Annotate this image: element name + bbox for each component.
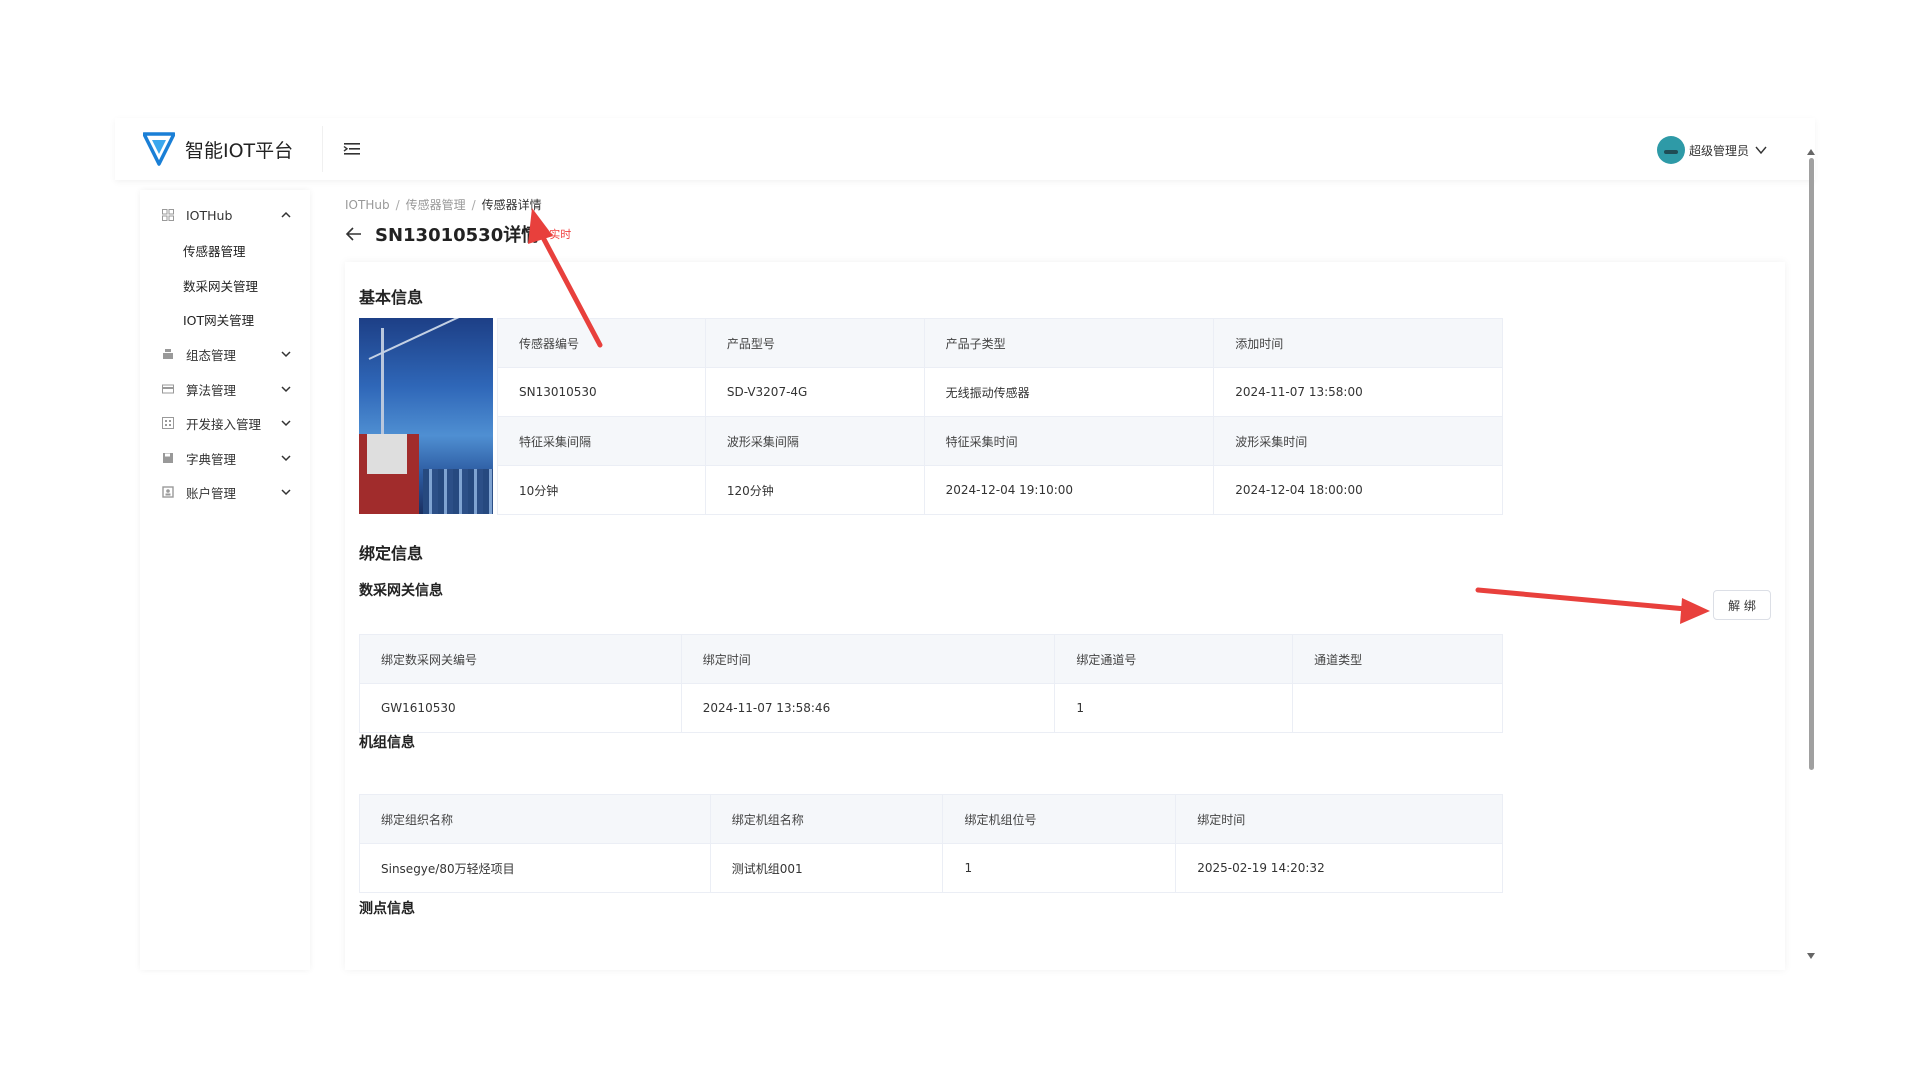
- title-row: SN13010530详情 实时: [345, 220, 571, 248]
- header-cell: 波形采集间隔: [704, 416, 925, 466]
- value-cell: 测试机组001: [709, 843, 944, 893]
- sidebar-item-label: IOTHub: [186, 207, 233, 223]
- layers-icon: [163, 349, 173, 359]
- table-row: GW1610530 2024-11-07 13:58:46 1: [359, 683, 1503, 733]
- value-cell: 2025-02-19 14:20:32: [1175, 843, 1503, 893]
- sidebar-item-label: 算法管理: [186, 382, 237, 398]
- scroll-up-arrow-icon[interactable]: [1806, 148, 1816, 156]
- value-cell: 120分钟: [704, 465, 925, 515]
- avatar: [1656, 136, 1685, 164]
- main-content: IOTHub / 传感器管理 / 传感器详情 SN13010530详情 实时 基本信息 …: [345, 190, 1785, 970]
- header-cell: 绑定数采网关编号: [359, 634, 682, 684]
- value-cell: 2024-12-04 19:10:00: [923, 465, 1215, 515]
- value-cell: 2024-11-07 13:58:46: [680, 683, 1056, 733]
- value-cell: 1: [1054, 683, 1294, 733]
- header-cell: 特征采集时间: [923, 416, 1215, 466]
- chevron-down-icon: [1755, 146, 1767, 155]
- user-menu[interactable]: 超级管理员: [1656, 136, 1767, 164]
- header-cell: 绑定通道号: [1054, 634, 1294, 684]
- sidebar-item-label: 账户管理: [186, 485, 237, 501]
- subsection-title-gateway: 数采网关信息: [359, 583, 443, 599]
- value-cell: [1292, 683, 1503, 733]
- section-title-binding: 绑定信息: [359, 544, 424, 563]
- sidebar-subitem-iot-gateway[interactable]: IOT网关管理: [140, 304, 310, 334]
- chevron-down-icon: [281, 420, 291, 427]
- sidebar-item-label: 组态管理: [186, 347, 237, 363]
- page-title: SN13010530详情: [375, 225, 540, 246]
- unit-table: 绑定组织名称 绑定机组名称 绑定机组位号 绑定时间 Sinsegye/80万轻烃…: [359, 794, 1503, 893]
- chevron-down-icon: [281, 351, 291, 358]
- sidebar-item-label: 开发接入管理: [186, 416, 262, 432]
- logo[interactable]: 智能IOT平台: [143, 131, 328, 167]
- detail-card: 基本信息 传感器编号 产品型号 产品子类型 添加时间 SN13010530 SD…: [345, 262, 1785, 970]
- sidebar-item-dev-access[interactable]: 开发接入管理: [140, 408, 310, 438]
- user-name: 超级管理员: [1688, 143, 1749, 158]
- back-arrow-icon[interactable]: [345, 225, 363, 243]
- value-cell: Sinsegye/80万轻烃项目: [359, 843, 711, 893]
- logo-icon: [143, 132, 175, 166]
- breadcrumb-item[interactable]: IOTHub: [345, 198, 390, 212]
- chevron-down-icon: [281, 455, 291, 462]
- section-title-basic: 基本信息: [359, 288, 424, 307]
- chevron-down-icon: [281, 489, 291, 496]
- sidebar-subitem-sensor[interactable]: 传感器管理: [140, 235, 310, 265]
- basic-info-table: 传感器编号 产品型号 产品子类型 添加时间 SN13010530 SD-V320…: [497, 318, 1503, 515]
- sidebar-subitem-label: 数采网关管理: [183, 278, 259, 294]
- top-header: 智能IOT平台 超级管理员: [115, 118, 1815, 180]
- sidebar-item-config[interactable]: 组态管理: [140, 339, 310, 369]
- header-cell: 波形采集时间: [1213, 416, 1503, 466]
- sidebar-item-label: 字典管理: [186, 451, 237, 467]
- menu-collapse-icon[interactable]: [343, 140, 361, 158]
- table-row: Sinsegye/80万轻烃项目 测试机组001 1 2025-02-19 14…: [359, 843, 1503, 893]
- app-window: 智能IOT平台 超级管理员 IOTHub 传感器管理 数采网关管理 IOT网关管…: [115, 118, 1815, 970]
- scroll-down-arrow-icon[interactable]: [1806, 952, 1816, 960]
- header-cell: 通道类型: [1292, 634, 1503, 684]
- header-cell: 绑定时间: [1175, 794, 1503, 844]
- sidebar-item-iothub[interactable]: IOTHub: [140, 200, 310, 230]
- sidebar-item-dictionary[interactable]: 字典管理: [140, 443, 310, 473]
- header-cell: 绑定时间: [680, 634, 1056, 684]
- card-icon: [162, 384, 174, 394]
- header-cell: 绑定组织名称: [359, 794, 711, 844]
- sensor-photo: [359, 318, 493, 514]
- subsection-title-unit: 机组信息: [359, 735, 415, 751]
- chevron-down-icon: [281, 386, 291, 393]
- unbind-button[interactable]: 解 绑: [1713, 590, 1771, 620]
- value-cell: SN13010530: [497, 367, 706, 417]
- value-cell: 2024-12-04 18:00:00: [1213, 465, 1503, 515]
- account-icon: [162, 486, 174, 498]
- header-cell: 产品子类型: [923, 318, 1215, 368]
- value-cell: 1: [942, 843, 1177, 893]
- sidebar-item-account[interactable]: 账户管理: [140, 477, 310, 507]
- subsection-title-point: 测点信息: [359, 901, 415, 917]
- value-cell: 10分钟: [497, 465, 706, 515]
- sidebar: IOTHub 传感器管理 数采网关管理 IOT网关管理 组态管理 算法管理 开发…: [140, 190, 310, 970]
- value-cell: 无线振动传感器: [923, 367, 1215, 417]
- header-cell: 产品型号: [704, 318, 925, 368]
- header-cell: 绑定机组位号: [942, 794, 1177, 844]
- value-cell: 2024-11-07 13:58:00: [1213, 367, 1503, 417]
- breadcrumb-item[interactable]: 传感器管理: [406, 198, 466, 212]
- grid-icon: [162, 209, 174, 221]
- header-divider: [322, 126, 323, 172]
- gateway-table: 绑定数采网关编号 绑定时间 绑定通道号 通道类型 GW1610530 2024-…: [359, 634, 1503, 733]
- chevron-up-icon: [281, 211, 291, 218]
- breadcrumb: IOTHub / 传感器管理 / 传感器详情: [345, 198, 542, 212]
- apps-icon: [162, 417, 174, 429]
- header-cell: 添加时间: [1213, 318, 1503, 368]
- sidebar-subitem-label: IOT网关管理: [183, 312, 255, 328]
- header-cell: 特征采集间隔: [497, 416, 706, 466]
- header-cell: 绑定机组名称: [709, 794, 944, 844]
- sidebar-item-algorithm[interactable]: 算法管理: [140, 374, 310, 404]
- breadcrumb-current: 传感器详情: [481, 198, 542, 212]
- realtime-tag[interactable]: 实时: [549, 226, 571, 242]
- value-cell: SD-V3207-4G: [704, 367, 925, 417]
- header-cell: 传感器编号: [497, 318, 706, 368]
- save-icon: [163, 453, 173, 463]
- scrollbar-thumb[interactable]: [1809, 158, 1814, 770]
- sidebar-subitem-gateway[interactable]: 数采网关管理: [140, 270, 310, 300]
- sidebar-subitem-label: 传感器管理: [183, 243, 246, 259]
- value-cell: GW1610530: [359, 683, 682, 733]
- app-name: 智能IOT平台: [185, 139, 294, 162]
